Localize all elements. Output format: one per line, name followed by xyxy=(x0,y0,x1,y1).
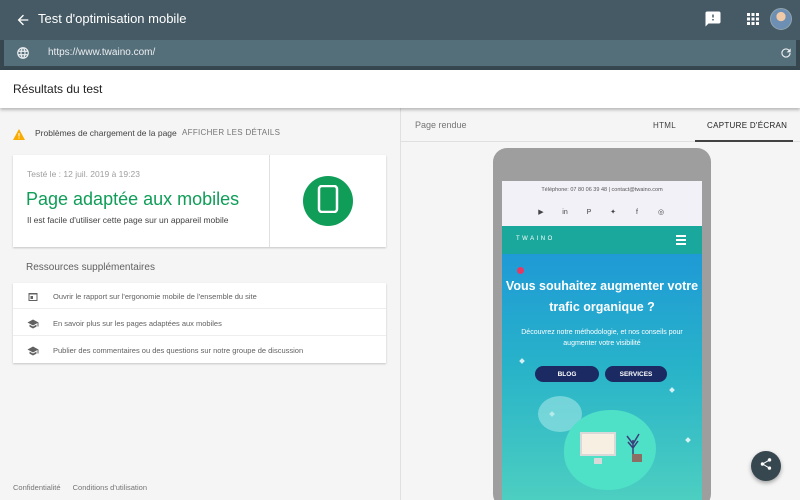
school-icon xyxy=(27,317,39,329)
results-header: Résultats du test xyxy=(0,70,800,108)
site-contact-info: Téléphone: 07 80 06 39 48 | contact@twai… xyxy=(541,187,663,193)
show-details-link[interactable]: AFFICHER LES DÉTAILS xyxy=(182,128,280,137)
phone-screenshot: Téléphone: 07 80 06 39 48 | contact@twai… xyxy=(502,181,702,500)
site-navbar: TWAINO xyxy=(502,226,702,254)
rendered-page-label: Page rendue xyxy=(415,120,467,130)
site-hero: Vous souhaitez augmenter votre trafic or… xyxy=(502,254,702,500)
illustration-plant xyxy=(626,432,640,456)
report-icon xyxy=(27,290,39,302)
decorative-sparkle xyxy=(519,358,525,364)
smartphone-icon xyxy=(317,184,339,218)
avatar[interactable] xyxy=(770,8,792,30)
illustration-pot xyxy=(632,454,642,462)
share-button[interactable] xyxy=(751,451,781,481)
site-services-button: SERVICES xyxy=(605,366,667,382)
rendered-page-panel: Page rendue HTML CAPTURE D'ÉCRAN Télépho… xyxy=(400,108,800,500)
footer-links: Confidentialité Conditions d'utilisation xyxy=(13,483,157,492)
active-tab-indicator xyxy=(695,140,793,142)
page-title: Test d'optimisation mobile xyxy=(38,11,187,26)
loading-issues-row: Problèmes de chargement de la page AFFIC… xyxy=(0,116,400,144)
site-social-icons: ▶ in P ✦ f ◎ xyxy=(536,208,666,218)
illustration-monitor-stand xyxy=(594,458,602,464)
result-subtitle: Il est facile d'utiliser cette page sur … xyxy=(27,215,229,225)
results-panel: Problèmes de chargement de la page AFFIC… xyxy=(0,108,400,500)
refresh-icon[interactable] xyxy=(779,46,793,60)
site-logo: TWAINO xyxy=(516,236,555,242)
loading-issues-text: Problèmes de chargement de la page xyxy=(35,128,177,138)
hamburger-menu-icon xyxy=(676,235,686,245)
app-header: Test d'optimisation mobile xyxy=(0,0,800,40)
site-paragraph: Découvrez notre méthodologie, et nos con… xyxy=(521,329,683,347)
resources-title: Ressources supplémentaires xyxy=(26,262,155,273)
twitter-icon: ✦ xyxy=(610,209,616,216)
pinterest-icon: P xyxy=(586,209,592,216)
warning-icon xyxy=(13,127,25,140)
site-headline: Vous souhaitez augmenter votre trafic or… xyxy=(505,279,699,314)
decorative-sparkle xyxy=(669,387,675,393)
render-tabs: Page rendue HTML CAPTURE D'ÉCRAN xyxy=(401,108,800,142)
share-icon xyxy=(759,457,773,476)
resource-label: Publier des commentaires ou des question… xyxy=(53,346,304,355)
apps-grid-icon[interactable] xyxy=(744,10,762,28)
site-blog-button: BLOG xyxy=(535,366,599,382)
tab-html[interactable]: HTML xyxy=(653,121,676,130)
instagram-icon: ◎ xyxy=(657,209,665,216)
resource-label: Ouvrir le rapport sur l'ergonomie mobile… xyxy=(53,292,257,301)
facebook-icon: f xyxy=(636,209,638,216)
mobile-friendly-badge xyxy=(303,176,353,226)
privacy-link[interactable]: Confidentialité xyxy=(13,483,61,492)
back-arrow-icon[interactable] xyxy=(12,9,34,31)
resource-item-learn[interactable]: En savoir plus sur les pages adaptées au… xyxy=(13,310,386,336)
youtube-icon: ▶ xyxy=(538,209,544,216)
url-bar: https://www.twaino.com/ xyxy=(0,40,800,70)
url-field[interactable]: https://www.twaino.com/ xyxy=(4,40,796,66)
url-text[interactable]: https://www.twaino.com/ xyxy=(48,47,155,58)
school-icon xyxy=(27,344,39,356)
tab-screenshot[interactable]: CAPTURE D'ÉCRAN xyxy=(707,121,787,130)
results-title: Résultats du test xyxy=(13,82,103,96)
result-headline: Page adaptée aux mobiles xyxy=(26,189,240,209)
card-divider xyxy=(269,155,270,247)
resources-list: Ouvrir le rapport sur l'ergonomie mobile… xyxy=(13,283,386,363)
terms-link[interactable]: Conditions d'utilisation xyxy=(73,483,147,492)
decorative-dot xyxy=(517,267,524,274)
site-top-strip: Téléphone: 07 80 06 39 48 | contact@twai… xyxy=(502,181,702,226)
linkedin-icon: in xyxy=(562,209,568,216)
resource-item-discussion[interactable]: Publier des commentaires ou des question… xyxy=(13,337,386,363)
result-card: Testé le : 12 juil. 2019 à 19:23 Page ad… xyxy=(13,155,386,247)
resource-label: En savoir plus sur les pages adaptées au… xyxy=(53,319,222,328)
tested-date: Testé le : 12 juil. 2019 à 19:23 xyxy=(27,169,140,179)
phone-frame: Téléphone: 07 80 06 39 48 | contact@twai… xyxy=(493,148,711,500)
globe-icon xyxy=(16,46,30,60)
resource-item-report[interactable]: Ouvrir le rapport sur l'ergonomie mobile… xyxy=(13,283,386,309)
illustration-monitor xyxy=(580,432,616,456)
feedback-icon[interactable] xyxy=(704,10,722,28)
decorative-sparkle xyxy=(685,437,691,443)
